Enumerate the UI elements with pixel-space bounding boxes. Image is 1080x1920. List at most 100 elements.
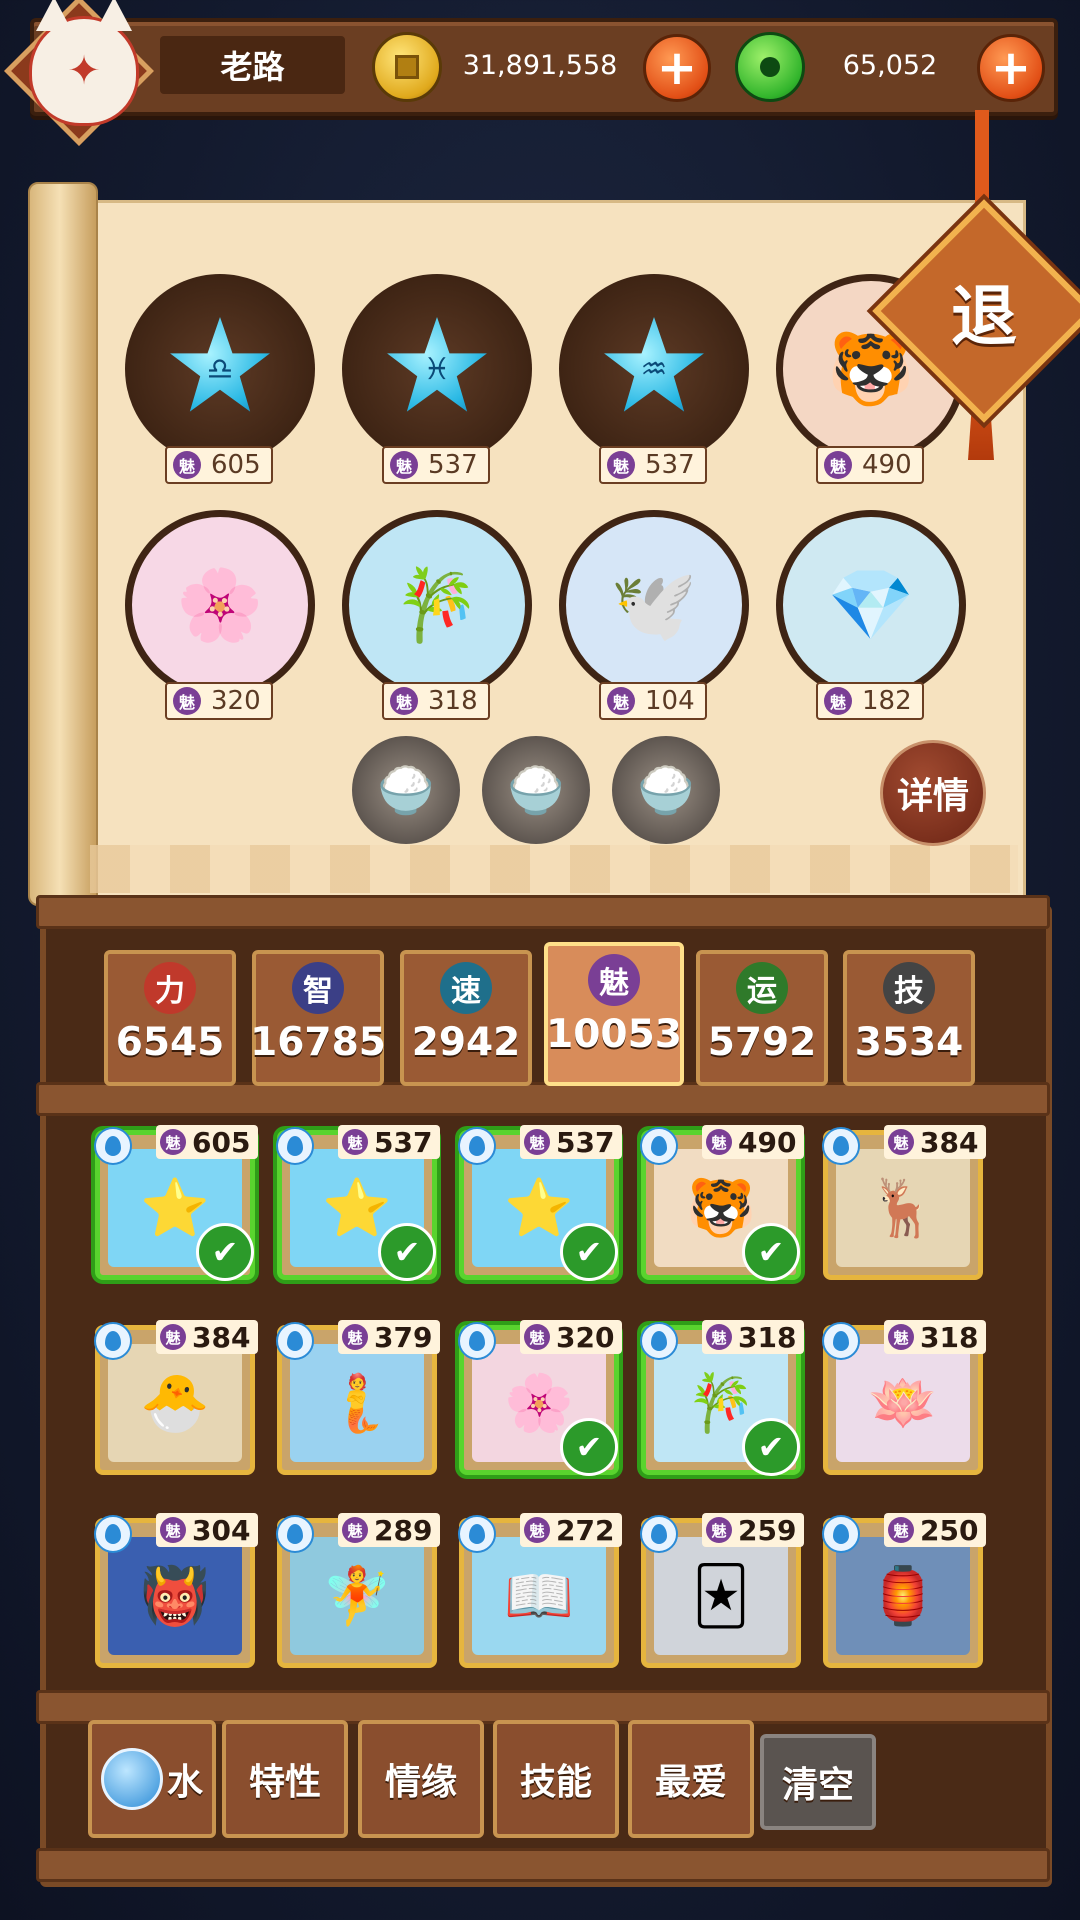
hero-card[interactable]: 🏮 魅 250 <box>822 1513 987 1668</box>
hero-card[interactable]: 📖 魅 272 <box>458 1513 623 1668</box>
water-drop-icon <box>651 1524 667 1544</box>
water-element-icon <box>276 1322 314 1360</box>
cabinet-bottom-beam <box>36 1848 1050 1882</box>
charm-icon: 魅 <box>824 687 852 715</box>
card-charm-value: 384 <box>192 1320 251 1354</box>
card-charm-value: 318 <box>738 1320 797 1354</box>
charm-icon: 魅 <box>824 451 852 479</box>
rice-bowl-icon[interactable]: 🍚 <box>612 736 720 844</box>
stat-tab[interactable]: 运 5792 <box>696 950 828 1086</box>
stat-tab[interactable]: 智 16785 <box>250 950 386 1086</box>
hero-card[interactable]: 🪷 魅 318 <box>822 1320 987 1475</box>
clear-button[interactable]: 清空 <box>760 1734 876 1830</box>
stat-tab[interactable]: 技 3534 <box>843 950 975 1086</box>
stat-badge: 智 <box>292 962 344 1014</box>
charm-icon: 魅 <box>888 1129 914 1155</box>
stat-tab[interactable]: 速 2942 <box>400 950 532 1086</box>
formation-slot[interactable]: ♒ <box>559 274 749 464</box>
water-element-icon <box>94 1127 132 1165</box>
hero-card[interactable]: ⭐ 魅 537 ✔ <box>458 1125 623 1281</box>
water-element-icon <box>822 1322 860 1360</box>
water-element-icon <box>640 1322 678 1360</box>
charm-icon: 魅 <box>888 1517 914 1543</box>
hero-card[interactable]: 🧚 魅 289 <box>276 1513 441 1668</box>
slot-charm-tag: 魅 104 <box>599 682 707 720</box>
filter-skill-button[interactable]: 技能 <box>493 1720 619 1838</box>
card-charm-value: 537 <box>556 1125 615 1159</box>
hero-card[interactable]: 🧜 魅 379 <box>276 1320 441 1475</box>
filter-favorite-button[interactable]: 最爱 <box>628 1720 754 1838</box>
slot-charm-tag: 魅 318 <box>382 682 490 720</box>
filter-water-button[interactable]: 水 <box>88 1720 216 1838</box>
zodiac-star-icon: ♓ <box>387 317 487 412</box>
water-drop-icon <box>105 1136 121 1156</box>
stat-value: 10053 <box>546 1012 682 1057</box>
charm-icon: 魅 <box>524 1324 550 1350</box>
formation-slot[interactable]: ♓ <box>342 274 532 464</box>
card-charm-value: 289 <box>374 1513 433 1547</box>
slot-charm-tag: 魅 537 <box>382 446 490 484</box>
hero-card-art: 🃏 <box>654 1537 788 1655</box>
hero-portrait: 🎋 <box>349 517 525 693</box>
water-drop-icon <box>469 1331 485 1351</box>
hero-card[interactable]: ⭐ 魅 537 ✔ <box>276 1125 441 1281</box>
charm-icon: 魅 <box>390 687 418 715</box>
rice-bowl-icon[interactable]: 🍚 <box>482 736 590 844</box>
details-button[interactable]: 详情 <box>880 740 986 846</box>
zodiac-symbol: ♒ <box>640 351 668 387</box>
water-drop-icon <box>651 1331 667 1351</box>
slot-charm-value: 320 <box>211 686 261 716</box>
hero-card-art: 🪷 <box>836 1344 970 1462</box>
hero-card[interactable]: 🐯 魅 490 ✔ <box>640 1125 805 1281</box>
water-drop-icon <box>833 1136 849 1156</box>
formation-slot[interactable]: 🎋 <box>342 510 532 700</box>
formation-slot[interactable]: 🕊️ <box>559 510 749 700</box>
charm-icon: 魅 <box>706 1129 732 1155</box>
charm-icon: 魅 <box>173 451 201 479</box>
hero-card[interactable]: 🐣 魅 384 <box>94 1320 259 1475</box>
player-avatar[interactable]: ✦ <box>4 0 154 146</box>
checkmark-icon: ✔ <box>742 1418 800 1476</box>
slot-charm-value: 537 <box>428 450 478 480</box>
stat-tab[interactable]: 力 6545 <box>104 950 236 1086</box>
slot-charm-tag: 魅 320 <box>165 682 273 720</box>
water-element-icon <box>94 1322 132 1360</box>
card-charm-value: 490 <box>738 1125 797 1159</box>
charm-icon: 魅 <box>524 1129 550 1155</box>
filter-water-label: 水 <box>166 1762 203 1803</box>
formation-slot[interactable]: ♎ <box>125 274 315 464</box>
filter-trait-button[interactable]: 特性 <box>222 1720 348 1838</box>
card-charm-tag: 魅 384 <box>156 1320 259 1354</box>
water-element-icon <box>458 1322 496 1360</box>
cabinet-lower-beam <box>36 1690 1050 1724</box>
card-charm-value: 384 <box>920 1125 979 1159</box>
card-charm-tag: 魅 318 <box>884 1320 987 1354</box>
cabinet-top-beam <box>36 895 1050 929</box>
hero-card-art: 🦌 <box>836 1149 970 1267</box>
hero-card[interactable]: ⭐ 魅 605 ✔ <box>94 1125 259 1281</box>
add-jade-button[interactable]: + <box>977 34 1045 102</box>
water-element-icon <box>822 1127 860 1165</box>
exit-label[interactable]: 退 <box>905 232 1063 390</box>
hero-card-art: 🧜 <box>290 1344 424 1462</box>
stat-badge: 魅 <box>588 954 640 1006</box>
slot-charm-value: 318 <box>428 686 478 716</box>
water-element-icon <box>458 1127 496 1165</box>
rice-bowl-icon[interactable]: 🍚 <box>352 736 460 844</box>
hero-card[interactable]: 👹 魅 304 <box>94 1513 259 1668</box>
card-charm-tag: 魅 605 <box>156 1125 259 1159</box>
stat-badge: 技 <box>883 962 935 1014</box>
stat-tab[interactable]: 魅 10053 <box>544 942 684 1086</box>
add-gold-button[interactable]: + <box>643 34 711 102</box>
formation-slot[interactable]: 💎 <box>776 510 966 700</box>
fox-ear-left <box>36 0 72 31</box>
hero-card[interactable]: 🎋 魅 318 ✔ <box>640 1320 805 1476</box>
hero-card[interactable]: 🌸 魅 320 ✔ <box>458 1320 623 1476</box>
filter-bond-button[interactable]: 情缘 <box>358 1720 484 1838</box>
hero-card[interactable]: 🦌 魅 384 <box>822 1125 987 1280</box>
card-charm-tag: 魅 250 <box>884 1513 987 1547</box>
hero-card[interactable]: 🃏 魅 259 <box>640 1513 805 1668</box>
water-drop-icon <box>469 1136 485 1156</box>
stat-value: 2942 <box>411 1020 521 1065</box>
formation-slot[interactable]: 🌸 <box>125 510 315 700</box>
